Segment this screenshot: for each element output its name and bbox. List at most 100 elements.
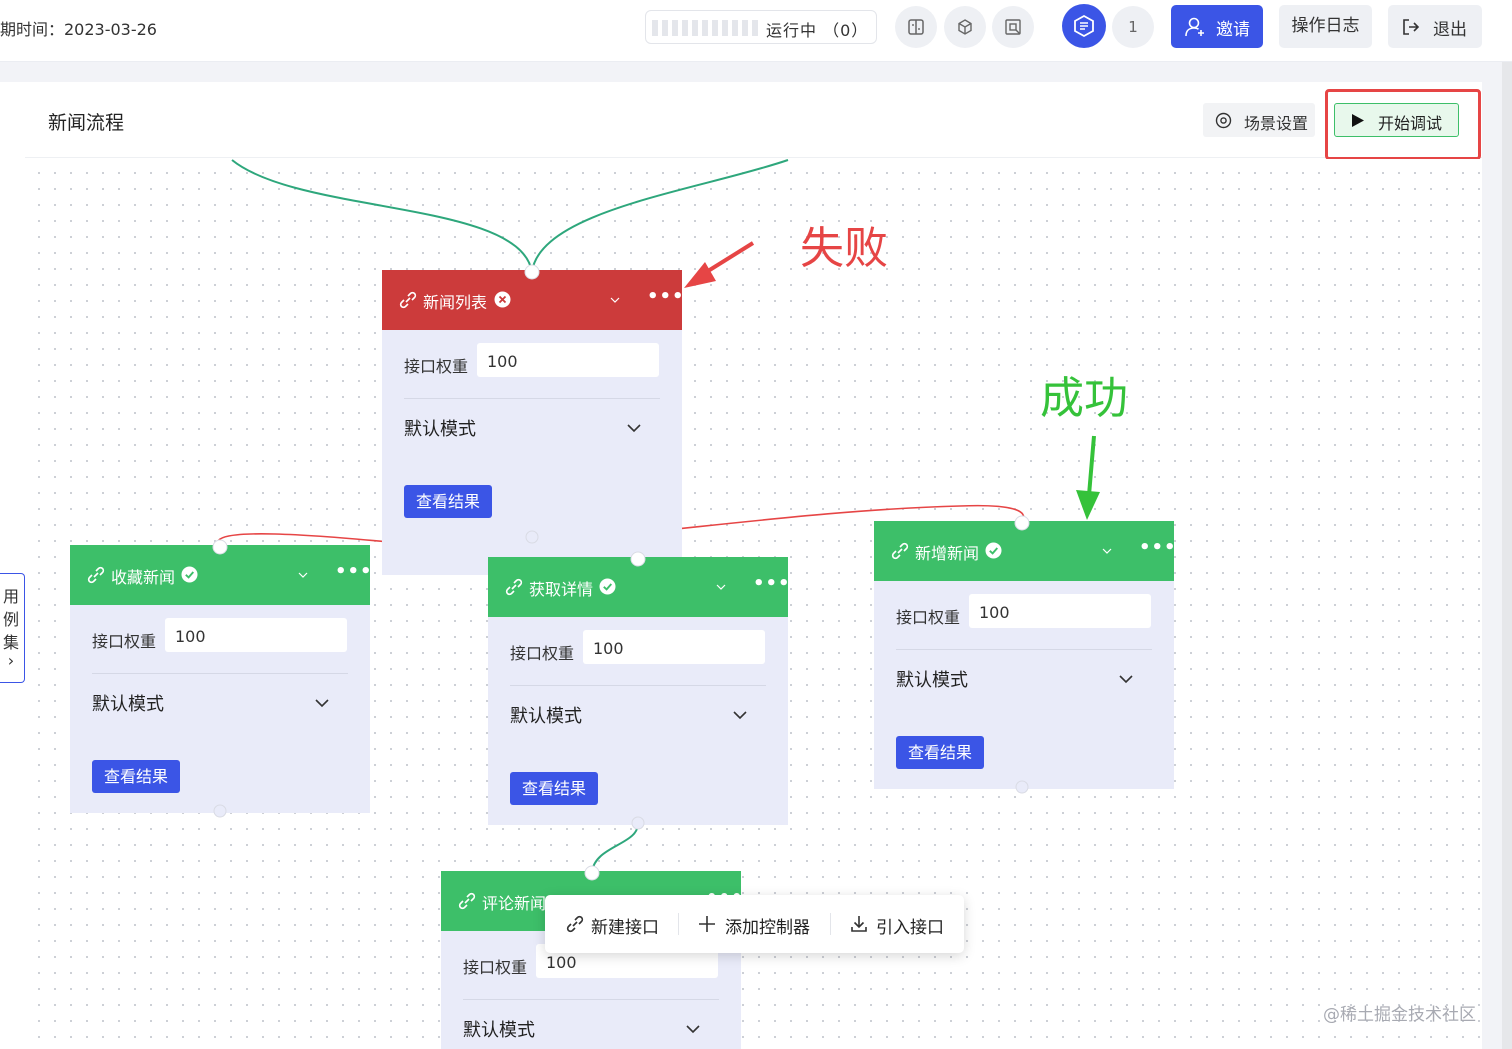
node-header[interactable]: 新闻列表 •••: [382, 270, 685, 330]
chevron-down-icon[interactable]: [609, 294, 621, 306]
more-icon[interactable]: •••: [335, 561, 373, 582]
api-node[interactable]: 收藏新闻 ••• 接口权重 100 默认模式 查看结果: [70, 545, 373, 813]
app-logo-button[interactable]: [1062, 4, 1106, 48]
link-icon: [505, 578, 523, 596]
more-icon[interactable]: •••: [647, 286, 685, 307]
menu-divider: [830, 913, 831, 935]
view-result-button[interactable]: 查看结果: [404, 485, 492, 518]
exit-label: 退出: [1433, 20, 1467, 40]
weight-label: 接口权重: [404, 357, 469, 376]
chevron-down-icon[interactable]: [1118, 671, 1134, 687]
menu-divider: [678, 913, 679, 935]
operation-log-button[interactable]: 操作日志: [1279, 5, 1372, 48]
download-icon: [851, 916, 867, 932]
chevron-down-icon[interactable]: [626, 420, 642, 436]
menu-item-add-controller[interactable]: 添加控制器: [725, 913, 810, 938]
link-icon: [891, 542, 909, 560]
run-status[interactable]: 运行中 （0）: [645, 10, 877, 44]
weight-input[interactable]: 100: [969, 594, 1151, 628]
plus-icon: [699, 916, 715, 932]
side-tab-char: 集: [2, 633, 19, 652]
watermark: @稀土掘金技术社区: [1323, 1005, 1476, 1025]
node-header[interactable]: 收藏新闻 •••: [70, 545, 373, 605]
menu-item-import-api[interactable]: 引入接口: [876, 913, 944, 938]
chevron-down-icon[interactable]: [297, 569, 309, 581]
mode-select[interactable]: 默认模式: [510, 702, 582, 728]
invite-button[interactable]: 邀请: [1171, 5, 1263, 48]
api-node[interactable]: 获取详情 ••• 接口权重 100 默认模式 查看结果: [488, 557, 791, 825]
more-icon[interactable]: •••: [753, 573, 791, 594]
link-icon: [566, 915, 584, 933]
success-icon: [985, 542, 1002, 559]
period-label: 期时间：2023-03-26: [0, 20, 157, 39]
api-node[interactable]: 新闻列表 ••• 接口权重 100 默认模式 查看结果: [382, 270, 685, 575]
divider: [92, 673, 348, 674]
menu-item-new-api[interactable]: 新建接口: [591, 913, 659, 938]
success-icon: [599, 578, 616, 595]
screen-button[interactable]: [992, 6, 1034, 48]
weight-label: 接口权重: [92, 632, 157, 651]
node-title: 收藏新闻: [111, 568, 176, 587]
view-result-button[interactable]: 查看结果: [510, 772, 598, 805]
run-status-label: 运行中 （0）: [766, 21, 869, 40]
node-title: 评论新闻: [482, 894, 547, 913]
weight-label: 接口权重: [510, 644, 575, 663]
link-icon: [87, 566, 105, 584]
member-count[interactable]: 1: [1112, 6, 1154, 48]
side-strip: [0, 82, 25, 1049]
view-result-button[interactable]: 查看结果: [92, 760, 180, 793]
api-node[interactable]: 新增新闻 ••• 接口权重 100 默认模式 查看结果: [874, 521, 1177, 789]
divider: [510, 685, 766, 686]
weight-input[interactable]: 100: [583, 630, 765, 664]
link-icon: [458, 892, 476, 910]
mode-select[interactable]: 默认模式: [896, 666, 968, 692]
weight-label: 接口权重: [896, 608, 961, 627]
scene-settings-button[interactable]: 场景设置: [1203, 103, 1315, 137]
screen-icon: [1005, 19, 1021, 35]
page-title: 新闻流程: [48, 112, 125, 134]
weight-input[interactable]: 100: [477, 343, 659, 377]
node-header[interactable]: 新增新闻 •••: [874, 521, 1177, 581]
link-icon: [399, 291, 417, 309]
weight-input[interactable]: 100: [165, 618, 347, 652]
chevron-down-icon[interactable]: [1101, 545, 1113, 557]
chevron-down-icon[interactable]: [314, 695, 330, 711]
case-set-tab[interactable]: 用 例 集 ›: [0, 573, 25, 683]
node-body: 接口权重 100 默认模式 查看结果: [488, 617, 788, 825]
panel-header: 新闻流程 场景设置 开始调试: [25, 82, 1482, 160]
chevron-down-icon[interactable]: [715, 581, 727, 593]
node-title: 新增新闻: [915, 544, 980, 563]
node-body: 接口权重 100 默认模式 查看结果: [70, 605, 370, 813]
run-progress-bar: [652, 20, 760, 36]
success-annotation: 成功: [1040, 373, 1128, 424]
scene-settings-label: 场景设置: [1244, 114, 1309, 133]
node-body: 接口权重 100 默认模式 查看结果: [382, 330, 682, 575]
split-view-button[interactable]: [895, 6, 937, 48]
logo-icon: [1074, 14, 1094, 38]
split-view-icon: [908, 19, 924, 35]
more-icon[interactable]: •••: [1139, 537, 1177, 558]
cube-button[interactable]: [944, 6, 986, 48]
user-add-icon: [1185, 17, 1204, 37]
node-title: 新闻列表: [423, 293, 488, 312]
divider: [463, 999, 719, 1000]
success-icon: [181, 566, 198, 583]
scrollbar[interactable]: [1502, 62, 1512, 1049]
logout-icon: [1403, 19, 1420, 35]
node-header[interactable]: 获取详情 •••: [488, 557, 791, 617]
chevron-right-icon: ›: [7, 651, 15, 670]
side-tab-char: 用: [2, 587, 19, 606]
divider: [896, 649, 1152, 650]
mode-select[interactable]: 默认模式: [404, 415, 476, 441]
fail-annotation: 失败: [800, 223, 888, 274]
view-result-button[interactable]: 查看结果: [896, 736, 984, 769]
exit-button[interactable]: 退出: [1388, 5, 1482, 48]
mode-select[interactable]: 默认模式: [92, 690, 164, 716]
settings-icon: [1215, 112, 1232, 129]
mode-select[interactable]: 默认模式: [463, 1016, 535, 1042]
chevron-down-icon[interactable]: [732, 707, 748, 723]
node-body: 接口权重 100 默认模式 查看结果: [874, 581, 1174, 789]
side-tab-char: 例: [2, 610, 19, 629]
chevron-down-icon[interactable]: [685, 1021, 701, 1037]
top-bar: 期时间：2023-03-26 运行中 （0） 1 邀请 操作日志 退出: [0, 0, 1512, 62]
